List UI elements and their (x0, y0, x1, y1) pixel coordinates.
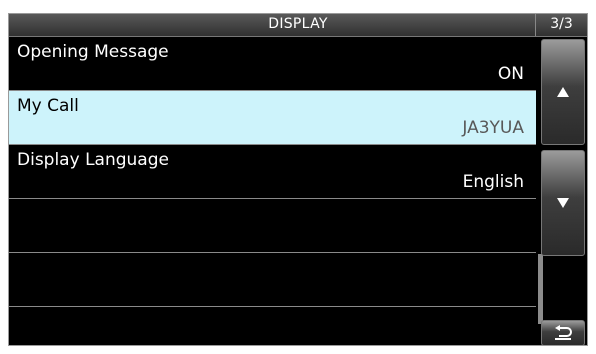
return-arrow-icon (553, 325, 573, 341)
setting-row-display-language[interactable]: Display Language English (9, 145, 536, 199)
setting-label: My Call (17, 96, 79, 116)
page-indicator: 3/3 (550, 16, 573, 32)
setting-value: JA3YUA (462, 118, 524, 138)
empty-row (9, 307, 536, 345)
setting-label: Display Language (17, 150, 169, 170)
screen-title: DISPLAY (268, 16, 328, 32)
triangle-down-icon (557, 198, 569, 208)
triangle-up-icon (557, 87, 569, 97)
settings-list: Opening Message ON My Call JA3YUA Displa… (9, 37, 536, 345)
setting-row-my-call[interactable]: My Call JA3YUA (9, 91, 536, 145)
empty-row (9, 253, 536, 307)
empty-row (9, 199, 536, 253)
setting-value: English (462, 172, 524, 192)
back-button[interactable] (541, 320, 585, 345)
header-bar: DISPLAY 3/3 (9, 14, 587, 37)
setting-value: ON (497, 64, 524, 84)
setting-label: Opening Message (17, 42, 169, 62)
setting-row-opening-message[interactable]: Opening Message ON (9, 37, 536, 91)
scrollbar-thumb[interactable] (538, 254, 543, 324)
display-settings-screen: DISPLAY 3/3 Opening Message ON My Call J… (8, 13, 588, 346)
scroll-down-button[interactable] (541, 150, 585, 256)
scroll-up-button[interactable] (541, 39, 585, 145)
